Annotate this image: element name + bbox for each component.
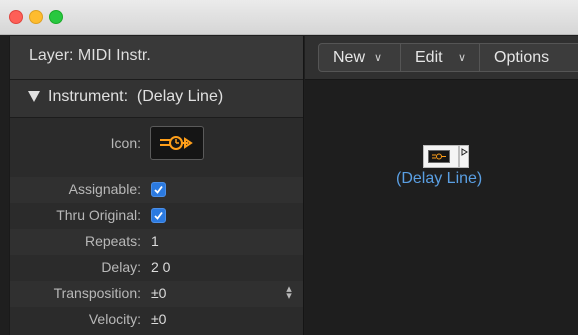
transposition-value[interactable]: ±0 [151,285,166,301]
instrument-label: Instrument: (Delay Line) [48,88,224,105]
param-row-velocity: Velocity: ±0 [10,307,303,333]
delay-line-object[interactable] [423,145,471,168]
minimize-window-button[interactable] [29,10,43,24]
close-window-button[interactable] [9,10,23,24]
disclosure-triangle-icon[interactable] [28,91,40,102]
chevron-down-icon: ∨ [374,52,383,64]
options-menu[interactable]: Options [479,43,578,72]
inspector-panel: Layer: MIDI Instr. Instrument: (Delay Li… [9,36,304,335]
edit-menu[interactable]: Edit ∨ [400,43,480,72]
instrument-section-header[interactable]: Instrument: (Delay Line) [10,80,303,118]
param-label: Velocity: [88,311,141,327]
title-bar [0,0,578,35]
object-name[interactable]: (Delay Line) [396,170,482,188]
param-label: Repeats: [84,233,141,249]
delay-line-icon [428,150,450,163]
menu-label: New [333,49,366,66]
param-label: Assignable: [68,181,141,197]
transposition-stepper-icon[interactable]: ▴ ▾ [284,284,294,302]
menu-label: Options [494,49,550,66]
new-menu[interactable]: New ∨ [318,43,401,72]
toolbar: New ∨ Edit ∨ Options [305,36,578,80]
environment-area: New ∨ Edit ∨ Options (Delay Line) [305,36,578,335]
menu-label: Edit [415,49,443,66]
velocity-value[interactable]: ±0 [151,311,166,327]
thru-original-checkbox[interactable] [151,208,166,223]
layer-label: Layer: MIDI Instr. [29,47,151,64]
param-row-repeats: Repeats: 1 [10,229,303,255]
repeats-value[interactable]: 1 [151,233,159,249]
assignable-checkbox[interactable] [151,182,166,197]
param-label: Icon: [110,135,141,151]
param-row-delay: Delay: 2 0 [10,255,303,281]
delay-line-icon[interactable] [150,126,204,160]
param-row-transposition: Transposition: ±0 ▴ ▾ [10,281,303,307]
delay-value[interactable]: 2 0 [151,259,170,275]
object-body [423,145,459,168]
zoom-window-button[interactable] [49,10,63,24]
param-row-thru-original: Thru Original: [10,203,303,229]
chevron-down-icon: ∨ [458,52,467,64]
param-row-icon: Icon: [10,118,303,168]
param-row-assignable: Assignable: [10,177,303,203]
param-label: Delay: [101,259,141,275]
param-label: Transposition: [53,285,141,301]
param-label: Thru Original: [56,207,141,223]
layer-header: Layer: MIDI Instr. [10,36,303,80]
output-port-icon[interactable] [459,145,469,168]
